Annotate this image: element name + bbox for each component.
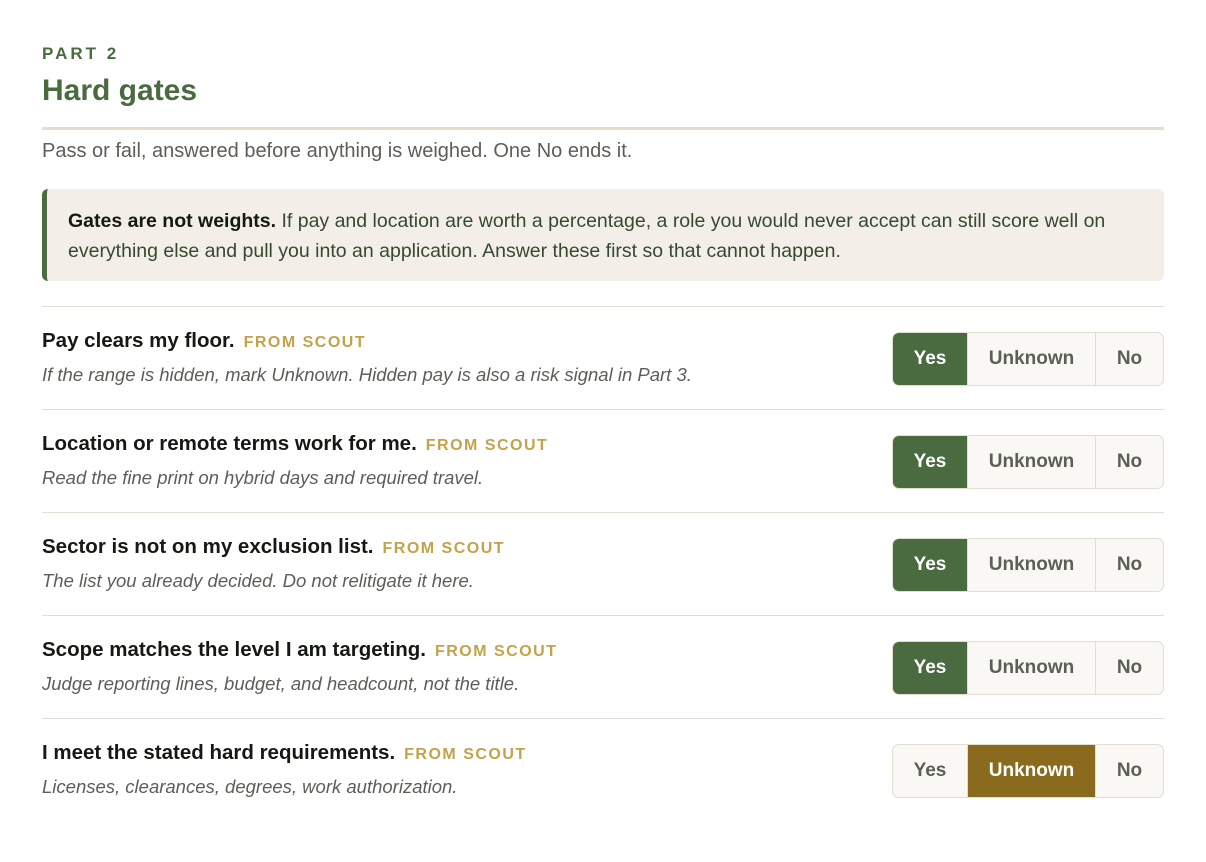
gate-hint: Licenses, clearances, degrees, work auth… xyxy=(42,776,458,797)
gate-hint: If the range is hidden, mark Unknown. Hi… xyxy=(42,364,692,385)
gate-answer-toggle: Yes Unknown No xyxy=(892,641,1164,695)
answer-no-button[interactable]: No xyxy=(1095,539,1163,591)
gate-list: Pay clears my floor. FROM SCOUT If the ra… xyxy=(42,306,1164,821)
answer-no-button[interactable]: No xyxy=(1095,642,1163,694)
gate-answer-toggle: Yes Unknown No xyxy=(892,435,1164,489)
gate-answer-toggle: Yes Unknown No xyxy=(892,744,1164,798)
gate-question: Pay clears my floor. FROM SCOUT xyxy=(42,329,366,353)
answer-yes-button[interactable]: Yes xyxy=(893,642,967,694)
answer-yes-button[interactable]: Yes xyxy=(893,436,967,488)
gate-question-text: Scope matches the level I am targeting. xyxy=(42,638,426,661)
answer-unknown-button[interactable]: Unknown xyxy=(967,539,1095,591)
section-intro: Pass or fail, answered before anything i… xyxy=(42,140,633,162)
gate-hint: Judge reporting lines, budget, and headc… xyxy=(42,673,520,694)
answer-yes-button[interactable]: Yes xyxy=(893,539,967,591)
gate-question: Location or remote terms work for me. FRO… xyxy=(42,432,548,456)
answer-unknown-button[interactable]: Unknown xyxy=(967,745,1095,797)
answer-unknown-button[interactable]: Unknown xyxy=(967,333,1095,385)
title-divider xyxy=(42,127,1164,130)
gate-row-location: Location or remote terms work for me. FRO… xyxy=(42,409,1164,512)
source-tag: FROM SCOUT xyxy=(382,540,506,557)
gate-row-requirements: I meet the stated hard requirements. FROM… xyxy=(42,718,1164,821)
section-eyebrow: PART 2 xyxy=(42,44,120,63)
gate-question-text: Pay clears my floor. xyxy=(42,329,235,352)
gate-question-text: Sector is not on my exclusion list. xyxy=(42,535,374,558)
answer-no-button[interactable]: No xyxy=(1095,436,1163,488)
source-tag: FROM SCOUT xyxy=(404,746,527,763)
gates-callout: Gates are not weights. If pay and locati… xyxy=(42,189,1164,281)
answer-yes-button[interactable]: Yes xyxy=(893,333,967,385)
gate-answer-toggle: Yes Unknown No xyxy=(892,332,1164,386)
gate-answer-toggle: Yes Unknown No xyxy=(892,538,1164,592)
gate-hint: The list you already decided. Do not rel… xyxy=(42,570,474,591)
gate-row-scope: Scope matches the level I am targeting. F… xyxy=(42,615,1164,718)
callout-lead: Gates are not weights. xyxy=(68,210,277,232)
source-tag: FROM SCOUT xyxy=(434,643,558,660)
gate-row-pay: Pay clears my floor. FROM SCOUT If the ra… xyxy=(42,306,1164,409)
answer-no-button[interactable]: No xyxy=(1095,333,1163,385)
section-title: Hard gates xyxy=(42,74,198,107)
gate-question: Sector is not on my exclusion list. FROM … xyxy=(42,535,505,559)
answer-no-button[interactable]: No xyxy=(1095,745,1163,797)
gate-question: Scope matches the level I am targeting. F… xyxy=(42,638,557,662)
gate-question-text: Location or remote terms work for me. xyxy=(42,432,417,455)
answer-unknown-button[interactable]: Unknown xyxy=(967,642,1095,694)
gate-row-sector: Sector is not on my exclusion list. FROM … xyxy=(42,512,1164,615)
source-tag: FROM SCOUT xyxy=(425,437,549,454)
gate-hint: Read the fine print on hybrid days and r… xyxy=(42,467,484,488)
gate-question: I meet the stated hard requirements. FROM… xyxy=(42,741,527,765)
answer-yes-button[interactable]: Yes xyxy=(893,745,967,797)
answer-unknown-button[interactable]: Unknown xyxy=(967,436,1095,488)
source-tag: FROM SCOUT xyxy=(243,334,367,351)
gate-question-text: I meet the stated hard requirements. xyxy=(42,741,396,764)
